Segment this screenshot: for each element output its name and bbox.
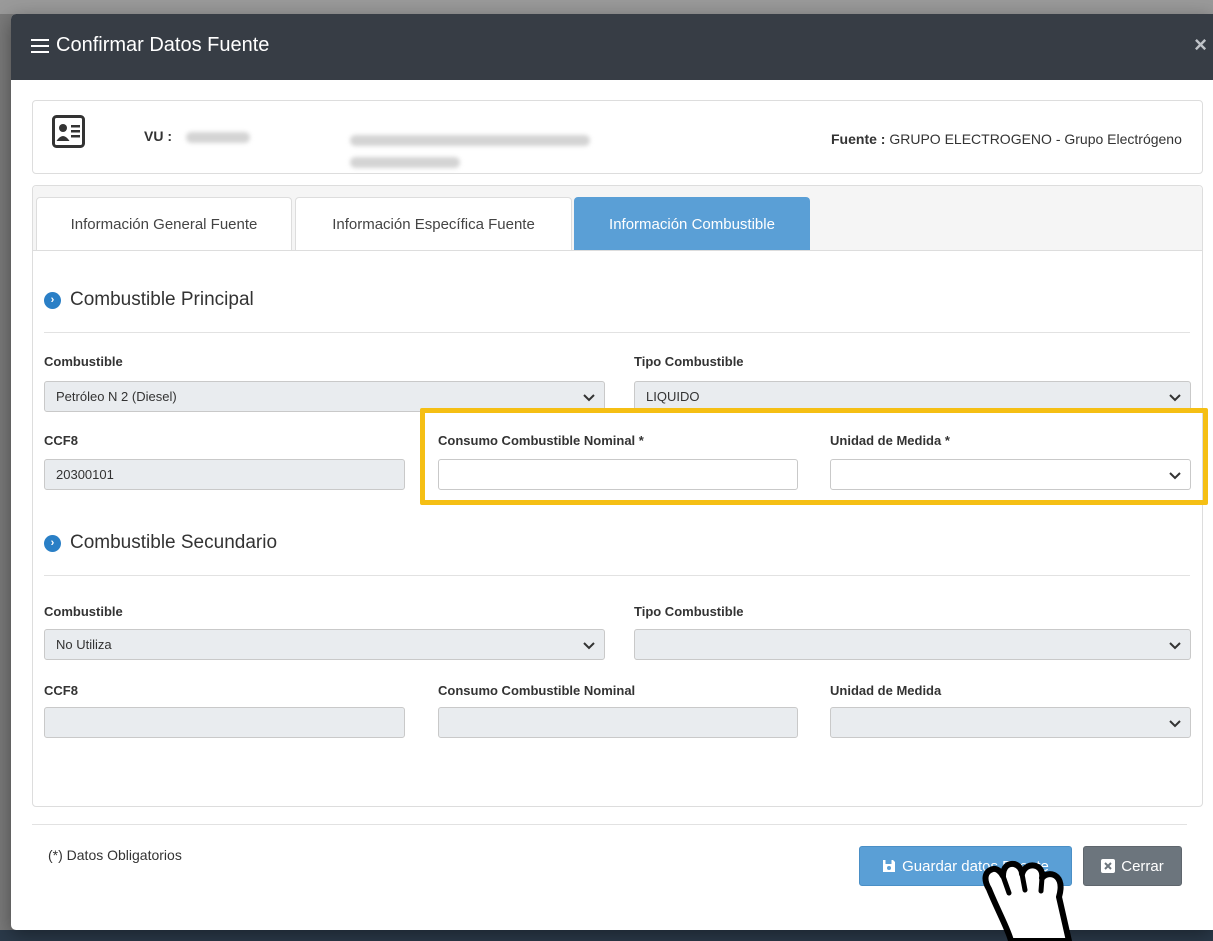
combustible-secundario-label: Combustible — [44, 604, 123, 619]
close-button-label: Cerrar — [1121, 857, 1164, 875]
tipo-combustible-label: Tipo Combustible — [634, 354, 744, 369]
section-divider — [44, 575, 1190, 576]
tipo-combustible-secundario-select[interactable] — [634, 629, 1191, 660]
fuente-label: Fuente : — [831, 131, 886, 147]
hand-pointer-icon — [982, 860, 1072, 941]
required-fields-highlight — [420, 408, 1208, 505]
combustible-label: Combustible — [44, 354, 123, 369]
chevron-down-icon — [583, 394, 595, 402]
chevron-circle-right-icon: › — [44, 291, 61, 309]
ccf8-input-value: 20300101 — [56, 467, 114, 482]
unidad-medida-secundario-label: Unidad de Medida — [830, 683, 942, 698]
vu-value-redacted — [185, 131, 250, 143]
consumo-nominal-secundario-input[interactable] — [438, 707, 798, 738]
establishment-field — [340, 128, 760, 172]
section-divider — [44, 332, 1190, 333]
chevron-down-icon — [1169, 720, 1181, 728]
ccf8-input[interactable]: 20300101 — [44, 459, 405, 490]
section-title-secundario: Combustible Secundario — [70, 532, 278, 553]
combustible-select-value: Petróleo N 2 (Diesel) — [56, 389, 177, 404]
modal-title-wrap: Confirmar Datos Fuente — [31, 34, 269, 57]
fuente-value: GRUPO ELECTROGENO - Grupo Electrógeno — [889, 131, 1182, 147]
ccf8-secundario-label: CCF8 — [44, 683, 78, 698]
close-icon[interactable]: × — [1194, 32, 1207, 58]
establishment-value-redacted — [350, 134, 590, 146]
close-square-icon — [1101, 859, 1116, 873]
tipo-combustible-secundario-label: Tipo Combustible — [634, 604, 744, 619]
consumo-nominal-secundario-label: Consumo Combustible Nominal — [438, 683, 636, 698]
floppy-disk-icon — [883, 860, 896, 872]
tipo-combustible-select-value: LIQUIDO — [646, 389, 700, 404]
section-title-principal: Combustible Principal — [70, 289, 254, 310]
tab-informacion-combustible[interactable]: Información Combustible — [574, 197, 810, 250]
section-combustible-secundario: › Combustible Secundario — [44, 532, 277, 554]
tab-informacion-general[interactable]: Información General Fuente — [36, 197, 292, 250]
vu-label: VU : — [144, 128, 172, 144]
unidad-medida-secundario-select[interactable] — [830, 707, 1191, 738]
chevron-down-icon — [1169, 642, 1181, 650]
vu-field: VU : — [144, 128, 250, 144]
source-info-box: VU : Fuente : GRUPO ELECTROGENO - Grupo … — [32, 100, 1203, 174]
ccf8-secundario-input[interactable] — [44, 707, 405, 738]
combustible-secundario-select-value: No Utiliza — [56, 637, 112, 652]
modal-header: Confirmar Datos Fuente × — [11, 14, 1213, 80]
chevron-down-icon — [1169, 394, 1181, 402]
modal-title: Confirmar Datos Fuente — [56, 34, 270, 56]
confirm-source-modal: Confirmar Datos Fuente × VU : Fuente : G… — [11, 14, 1213, 930]
background-topbar — [0, 0, 1213, 14]
ccf8-label: CCF8 — [44, 433, 78, 448]
menu-icon — [31, 38, 49, 53]
establishment-value-redacted-line2 — [350, 156, 460, 168]
chevron-down-icon — [583, 642, 595, 650]
fuente-field: Fuente : GRUPO ELECTROGENO - Grupo Elect… — [831, 128, 1191, 150]
combustible-secundario-select[interactable]: No Utiliza — [44, 629, 605, 660]
tab-bar: Información General Fuente Información E… — [33, 186, 1202, 251]
section-combustible-principal: › Combustible Principal — [44, 289, 254, 311]
chevron-circle-right-icon: › — [44, 534, 61, 552]
tab-informacion-especifica[interactable]: Información Específica Fuente — [295, 197, 572, 250]
close-button[interactable]: Cerrar — [1083, 846, 1182, 886]
required-note: (*) Datos Obligatorios — [48, 847, 182, 863]
id-card-icon — [52, 115, 85, 148]
footer-divider — [32, 824, 1187, 825]
